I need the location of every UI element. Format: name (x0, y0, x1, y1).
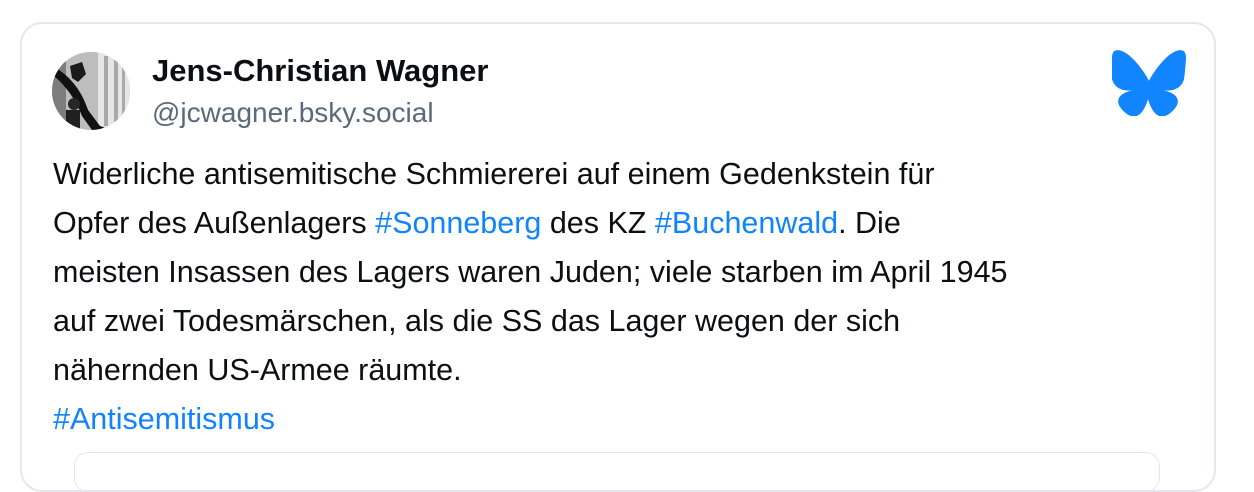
post-text-segment: Opfer des Außenlagers (53, 206, 376, 240)
avatar[interactable] (52, 52, 130, 130)
post-text-line: Widerliche antisemitische Schmiererei au… (53, 157, 935, 191)
post-text-segment: des KZ (541, 206, 655, 240)
author-handle[interactable]: @jcwagner.bsky.social (152, 95, 434, 131)
post-text-line: meisten Insassen des Lagers waren Juden;… (53, 255, 1008, 289)
post-text: Widerliche antisemitische Schmiererei au… (53, 150, 1203, 444)
embedded-media-preview[interactable] (74, 452, 1160, 492)
bluesky-butterfly-icon[interactable] (1110, 50, 1186, 117)
post-text-line: nähernden US-Armee räumte. (53, 353, 462, 387)
post-text-line: Opfer des Außenlagers #Sonneberg des KZ … (53, 199, 1203, 248)
post-text-line: auf zwei Todesmärschen, als die SS das L… (53, 304, 901, 338)
hashtag-buchenwald[interactable]: #Buchenwald (655, 206, 838, 240)
hashtag-sonneberg[interactable]: #Sonneberg (375, 206, 541, 240)
bluesky-butterfly-icon (1110, 50, 1186, 117)
post-text-line: #Antisemitismus (53, 395, 1203, 444)
author-name[interactable]: Jens-Christian Wagner (152, 52, 488, 90)
post-text-segment: . Die (838, 206, 901, 240)
hashtag-antisemitismus[interactable]: #Antisemitismus (53, 402, 275, 436)
avatar-photo (52, 52, 130, 130)
